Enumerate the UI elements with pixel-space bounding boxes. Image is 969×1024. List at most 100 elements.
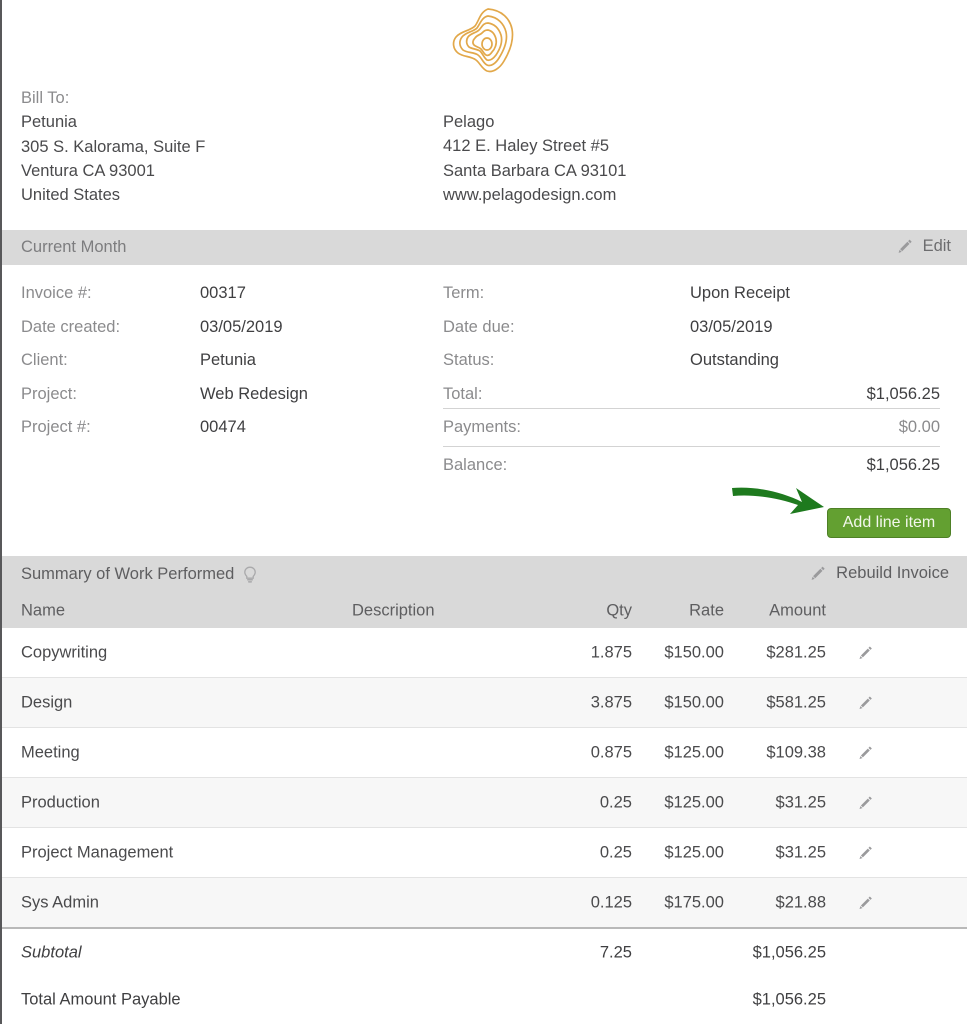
cell-name: Sys Admin (21, 893, 99, 911)
add-line-item-button[interactable]: Add line item (827, 508, 951, 538)
meta-label-date-due: Date due: (443, 317, 515, 336)
bill-to-line-4: United States (21, 186, 121, 205)
annotation-arrow-icon (732, 487, 824, 514)
meta-row-balance: Balance: $1,056.25 (2, 449, 967, 483)
cell-qty: 3.875 (590, 693, 632, 711)
edit-invoice-label: Edit (922, 237, 951, 255)
meta-label-term: Term: (443, 284, 485, 303)
cell-name: Project Management (21, 843, 174, 861)
invoice-page: Bill To: Petunia 305 S. Kalorama, Suite … (0, 0, 969, 1024)
table-header-row: Name Description Qty Rate Amount (2, 593, 967, 628)
meta-label-status: Status: (443, 351, 495, 370)
vendor-website: www.pelagodesign.com (443, 185, 617, 204)
cell-rate: $125.00 (664, 743, 724, 761)
edit-row-button[interactable] (858, 895, 874, 911)
total-payable-label: Total Amount Payable (21, 990, 181, 1008)
summary-section-header: Summary of Work Performed Rebuild Invoic… (2, 556, 967, 593)
edit-row-button[interactable] (858, 695, 874, 711)
meta-value-term: Upon Receipt (690, 284, 790, 303)
vendor-block: Pelago 412 E. Haley Street #5 Santa Barb… (443, 110, 626, 207)
cell-rate: $125.00 (664, 843, 724, 861)
meta-row-status: Status: Outstanding (2, 344, 967, 378)
subtotal-qty: 7.25 (599, 943, 632, 961)
pencil-icon (859, 646, 872, 659)
vendor-name: Pelago (443, 113, 495, 131)
work-summary-table: Summary of Work Performed Rebuild Invoic… (2, 556, 967, 1023)
table-row[interactable]: Design 3.875 $150.00 $581.25 (2, 678, 967, 728)
invoice-section-title: Current Month (21, 238, 127, 256)
cell-amount: $281.25 (766, 643, 826, 661)
meta-row-date-due: Date due: 03/05/2019 (2, 311, 967, 345)
edit-invoice-button[interactable]: Edit (897, 237, 951, 256)
meta-row-payments: Payments: $0.00 (2, 411, 967, 445)
cell-rate: $150.00 (664, 643, 724, 661)
meta-value-payments: $0.00 (898, 418, 940, 437)
subtotal-label: Subtotal (21, 943, 82, 961)
cell-rate: $150.00 (664, 693, 724, 711)
cell-amount: $31.25 (775, 843, 826, 861)
subtotal-row: Subtotal 7.25 $1,056.25 (2, 929, 967, 976)
status-badge: Outstanding (690, 351, 779, 370)
payments-divider (443, 446, 940, 447)
invoice-section-header: Current Month Edit (2, 230, 967, 265)
pencil-icon (859, 696, 872, 709)
cell-amount: $581.25 (766, 693, 826, 711)
pencil-icon (859, 746, 872, 759)
bill-to-line-3: Ventura CA 93001 (21, 161, 155, 180)
table-row[interactable]: Production 0.25 $125.00 $31.25 (2, 778, 967, 828)
cell-rate: $175.00 (664, 893, 724, 911)
cell-qty: 0.25 (599, 793, 632, 811)
bill-to-line-1: Petunia (21, 113, 77, 132)
rebuild-invoice-button[interactable]: Rebuild Invoice (810, 564, 949, 583)
total-payable-amount: $1,056.25 (752, 990, 826, 1008)
vendor-line-2: 412 E. Haley Street #5 (443, 137, 610, 156)
cell-name: Meeting (21, 743, 80, 761)
table-row[interactable]: Project Management 0.25 $125.00 $31.25 (2, 828, 967, 878)
summary-title: Summary of Work Performed (21, 565, 235, 583)
meta-value-total: $1,056.25 (866, 384, 940, 403)
meta-value-balance: $1,056.25 (866, 456, 940, 475)
total-payable-row: Total Amount Payable $1,056.25 (2, 976, 967, 1023)
cell-amount: $109.38 (766, 743, 826, 761)
meta-row-total: Total: $1,056.25 (2, 378, 967, 412)
pencil-icon (859, 846, 872, 859)
cell-qty: 0.25 (599, 843, 632, 861)
edit-row-button[interactable] (858, 645, 874, 661)
meta-label-total: Total: (443, 384, 483, 403)
lightbulb-icon[interactable] (242, 566, 258, 584)
total-divider (443, 408, 940, 409)
meta-value-date-due: 03/05/2019 (690, 317, 773, 336)
edit-row-button[interactable] (858, 845, 874, 861)
cell-amount: $21.88 (775, 893, 826, 911)
company-logo (2, 0, 967, 82)
vendor-line-3: Santa Barbara CA 93101 (443, 161, 627, 180)
meta-label-payments: Payments: (443, 418, 521, 437)
bill-to-label: Bill To: (21, 89, 70, 107)
cell-rate: $125.00 (664, 793, 724, 811)
column-header-rate: Rate (689, 601, 724, 619)
table-row[interactable]: Copywriting 1.875 $150.00 $281.25 (2, 628, 967, 678)
cell-qty: 1.875 (590, 643, 632, 661)
bill-to-block: Bill To: Petunia 305 S. Kalorama, Suite … (21, 86, 205, 207)
cell-qty: 0.125 (590, 893, 632, 911)
cell-name: Production (21, 793, 100, 811)
meta-row-term: Term: Upon Receipt (2, 277, 967, 311)
column-header-qty: Qty (606, 601, 632, 619)
pencil-icon (859, 896, 872, 909)
subtotal-amount: $1,056.25 (752, 943, 826, 961)
pencil-icon (898, 239, 912, 253)
cell-qty: 0.875 (590, 743, 632, 761)
bill-to-line-2: 305 S. Kalorama, Suite F (21, 137, 206, 156)
pelago-contour-logo-icon (452, 8, 513, 73)
rebuild-invoice-label: Rebuild Invoice (836, 564, 949, 582)
table-row[interactable]: Sys Admin 0.125 $175.00 $21.88 (2, 878, 967, 929)
column-header-amount: Amount (769, 601, 826, 619)
pencil-icon (859, 796, 872, 809)
edit-row-button[interactable] (858, 745, 874, 761)
pencil-icon (811, 566, 825, 580)
column-header-description: Description (352, 601, 435, 619)
column-header-name: Name (21, 601, 66, 619)
table-row[interactable]: Meeting 0.875 $125.00 $109.38 (2, 728, 967, 778)
edit-row-button[interactable] (858, 795, 874, 811)
cell-name: Copywriting (21, 643, 108, 661)
